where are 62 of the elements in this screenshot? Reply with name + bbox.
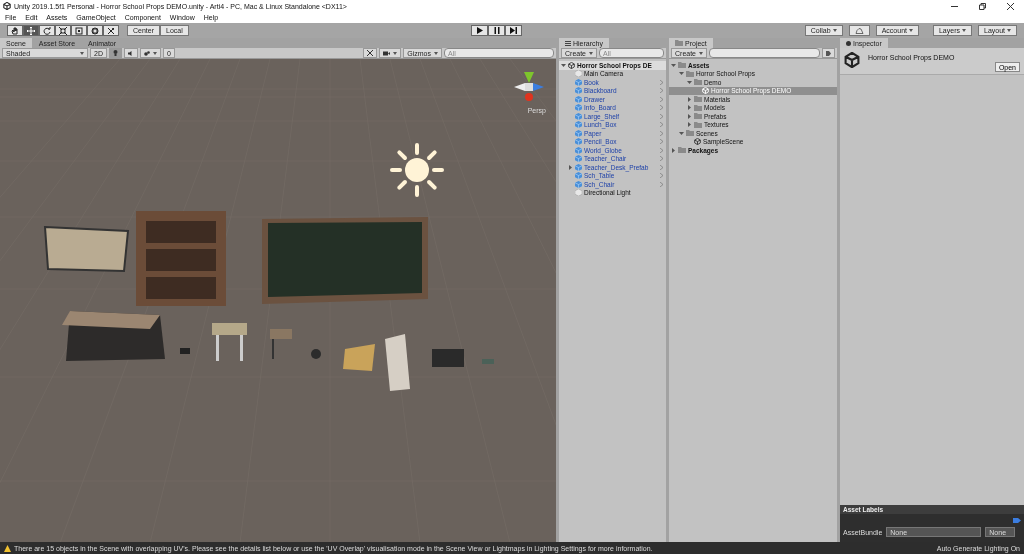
- wrench-icon: [107, 26, 115, 35]
- collapsed-caret-icon: [568, 164, 573, 170]
- collapsed-caret-icon: [671, 147, 676, 153]
- folder-icon: [675, 40, 683, 46]
- unity-logo-icon: [844, 52, 860, 68]
- filter-button[interactable]: [822, 48, 835, 58]
- tool-button[interactable]: [23, 25, 39, 36]
- tools-button[interactable]: [363, 48, 378, 58]
- wrench-icon: [367, 50, 374, 56]
- tool-button[interactable]: [39, 25, 55, 36]
- unity-logo-icon: [3, 2, 11, 10]
- dropdown-caret-icon: [152, 51, 157, 55]
- dropdown-caret-icon: [589, 51, 593, 55]
- unity-logo-icon: [702, 87, 709, 95]
- folder-icon: [678, 147, 686, 154]
- rect-icon: [75, 26, 83, 35]
- search-field[interactable]: [709, 48, 820, 58]
- transform-icon: [91, 26, 99, 35]
- hand-icon: [11, 26, 19, 35]
- tool-button[interactable]: [55, 25, 71, 36]
- tool-button[interactable]: [103, 25, 119, 36]
- dropdown-caret-icon: [434, 51, 438, 55]
- dropdown-caret-icon: [393, 51, 398, 55]
- unity-logo-icon: [568, 61, 575, 69]
- pause-button[interactable]: [488, 25, 506, 36]
- rotate-icon: [43, 26, 51, 35]
- list-icon: [565, 40, 571, 46]
- warning-icon: [4, 544, 11, 552]
- move-icon: [27, 26, 35, 35]
- tool-button[interactable]: [7, 25, 23, 36]
- dropdown-caret-icon: [832, 29, 837, 32]
- camera-icon: [383, 50, 391, 56]
- dropdown-caret-icon: [699, 51, 703, 55]
- unity-logo-icon: [694, 138, 701, 146]
- info-icon: [846, 40, 851, 46]
- step-button[interactable]: [505, 25, 523, 36]
- play-button[interactable]: [471, 25, 489, 36]
- tool-button[interactable]: [71, 25, 87, 36]
- cloud-icon: [854, 27, 864, 34]
- expanded-caret-icon: [679, 130, 684, 136]
- audio-toggle[interactable]: [123, 48, 138, 58]
- effects-dropdown[interactable]: [139, 48, 161, 58]
- effects-icon: [143, 50, 150, 56]
- tag-icon[interactable]: [1013, 517, 1021, 524]
- expanded-caret-icon: [561, 62, 566, 68]
- light-bulb-icon: [112, 50, 118, 56]
- tag-icon: [826, 50, 831, 56]
- close-icon[interactable]: [1006, 2, 1014, 10]
- restore-icon[interactable]: [978, 2, 986, 10]
- cloud-button[interactable]: [848, 25, 870, 36]
- step-icon: [510, 27, 518, 34]
- lighting-toggle[interactable]: [108, 48, 122, 58]
- tool-button[interactable]: [87, 25, 103, 36]
- dropdown-caret-icon: [1007, 29, 1011, 32]
- scale-icon: [59, 26, 67, 35]
- play-icon: [476, 27, 483, 34]
- camera-dropdown[interactable]: [379, 48, 402, 58]
- dropdown-caret-icon: [962, 29, 966, 32]
- speaker-icon: [127, 50, 134, 56]
- dropdown-caret-icon: [80, 51, 84, 55]
- dropdown-caret-icon: [908, 29, 913, 32]
- pause-icon: [493, 27, 500, 34]
